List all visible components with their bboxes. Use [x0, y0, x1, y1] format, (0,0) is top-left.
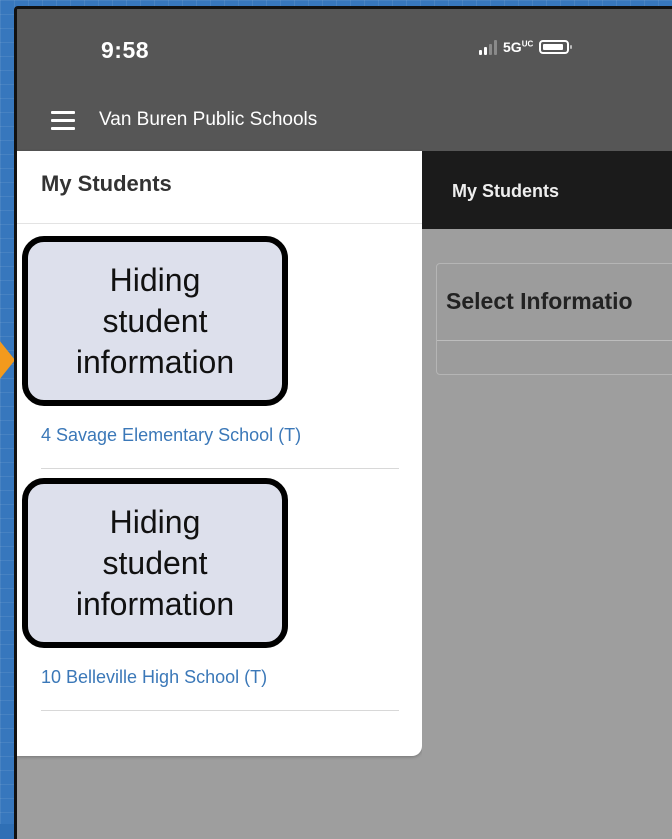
content-pane: My Students Select Informatio [422, 151, 672, 839]
divider [41, 710, 399, 711]
select-information-panel: Select Informatio [436, 263, 672, 375]
divider [437, 340, 672, 341]
app-title: Van Buren Public Schools [99, 109, 318, 130]
status-bar: 9:58 5GUC [17, 9, 672, 93]
signal-icon [479, 39, 497, 55]
redaction-overlay: Hiding student information [22, 478, 288, 648]
overlay-text-line: Hiding [109, 261, 201, 298]
app-header: Van Buren Public Schools [17, 93, 672, 151]
network-label: 5GUC [503, 39, 534, 55]
panel-title: Select Informatio [446, 288, 633, 314]
tab-bar: My Students [422, 151, 672, 229]
student-school-link[interactable]: 4 Savage Elementary School (T) [41, 425, 301, 446]
tab-my-students[interactable]: My Students [452, 181, 559, 202]
overlay-text-line: student [102, 302, 208, 339]
drawer-title: My Students [41, 171, 172, 196]
divider [17, 223, 422, 224]
student-school-link[interactable]: 10 Belleville High School (T) [41, 667, 267, 688]
orange-pointer-arrow [0, 340, 15, 380]
battery-icon [539, 40, 573, 54]
redaction-overlay: Hiding student information [22, 236, 288, 406]
overlay-text-line: student [102, 544, 208, 581]
divider [41, 468, 399, 469]
overlay-text-line: information [75, 343, 235, 380]
status-icons: 5GUC [479, 39, 573, 55]
overlay-text-line: Hiding [109, 503, 201, 540]
overlay-text-line: information [75, 585, 235, 622]
hamburger-menu-icon[interactable] [51, 111, 75, 130]
status-time: 9:58 [101, 37, 150, 63]
phone-screen: 9:58 5GUC Van Buren Public Schools My St… [14, 6, 672, 839]
